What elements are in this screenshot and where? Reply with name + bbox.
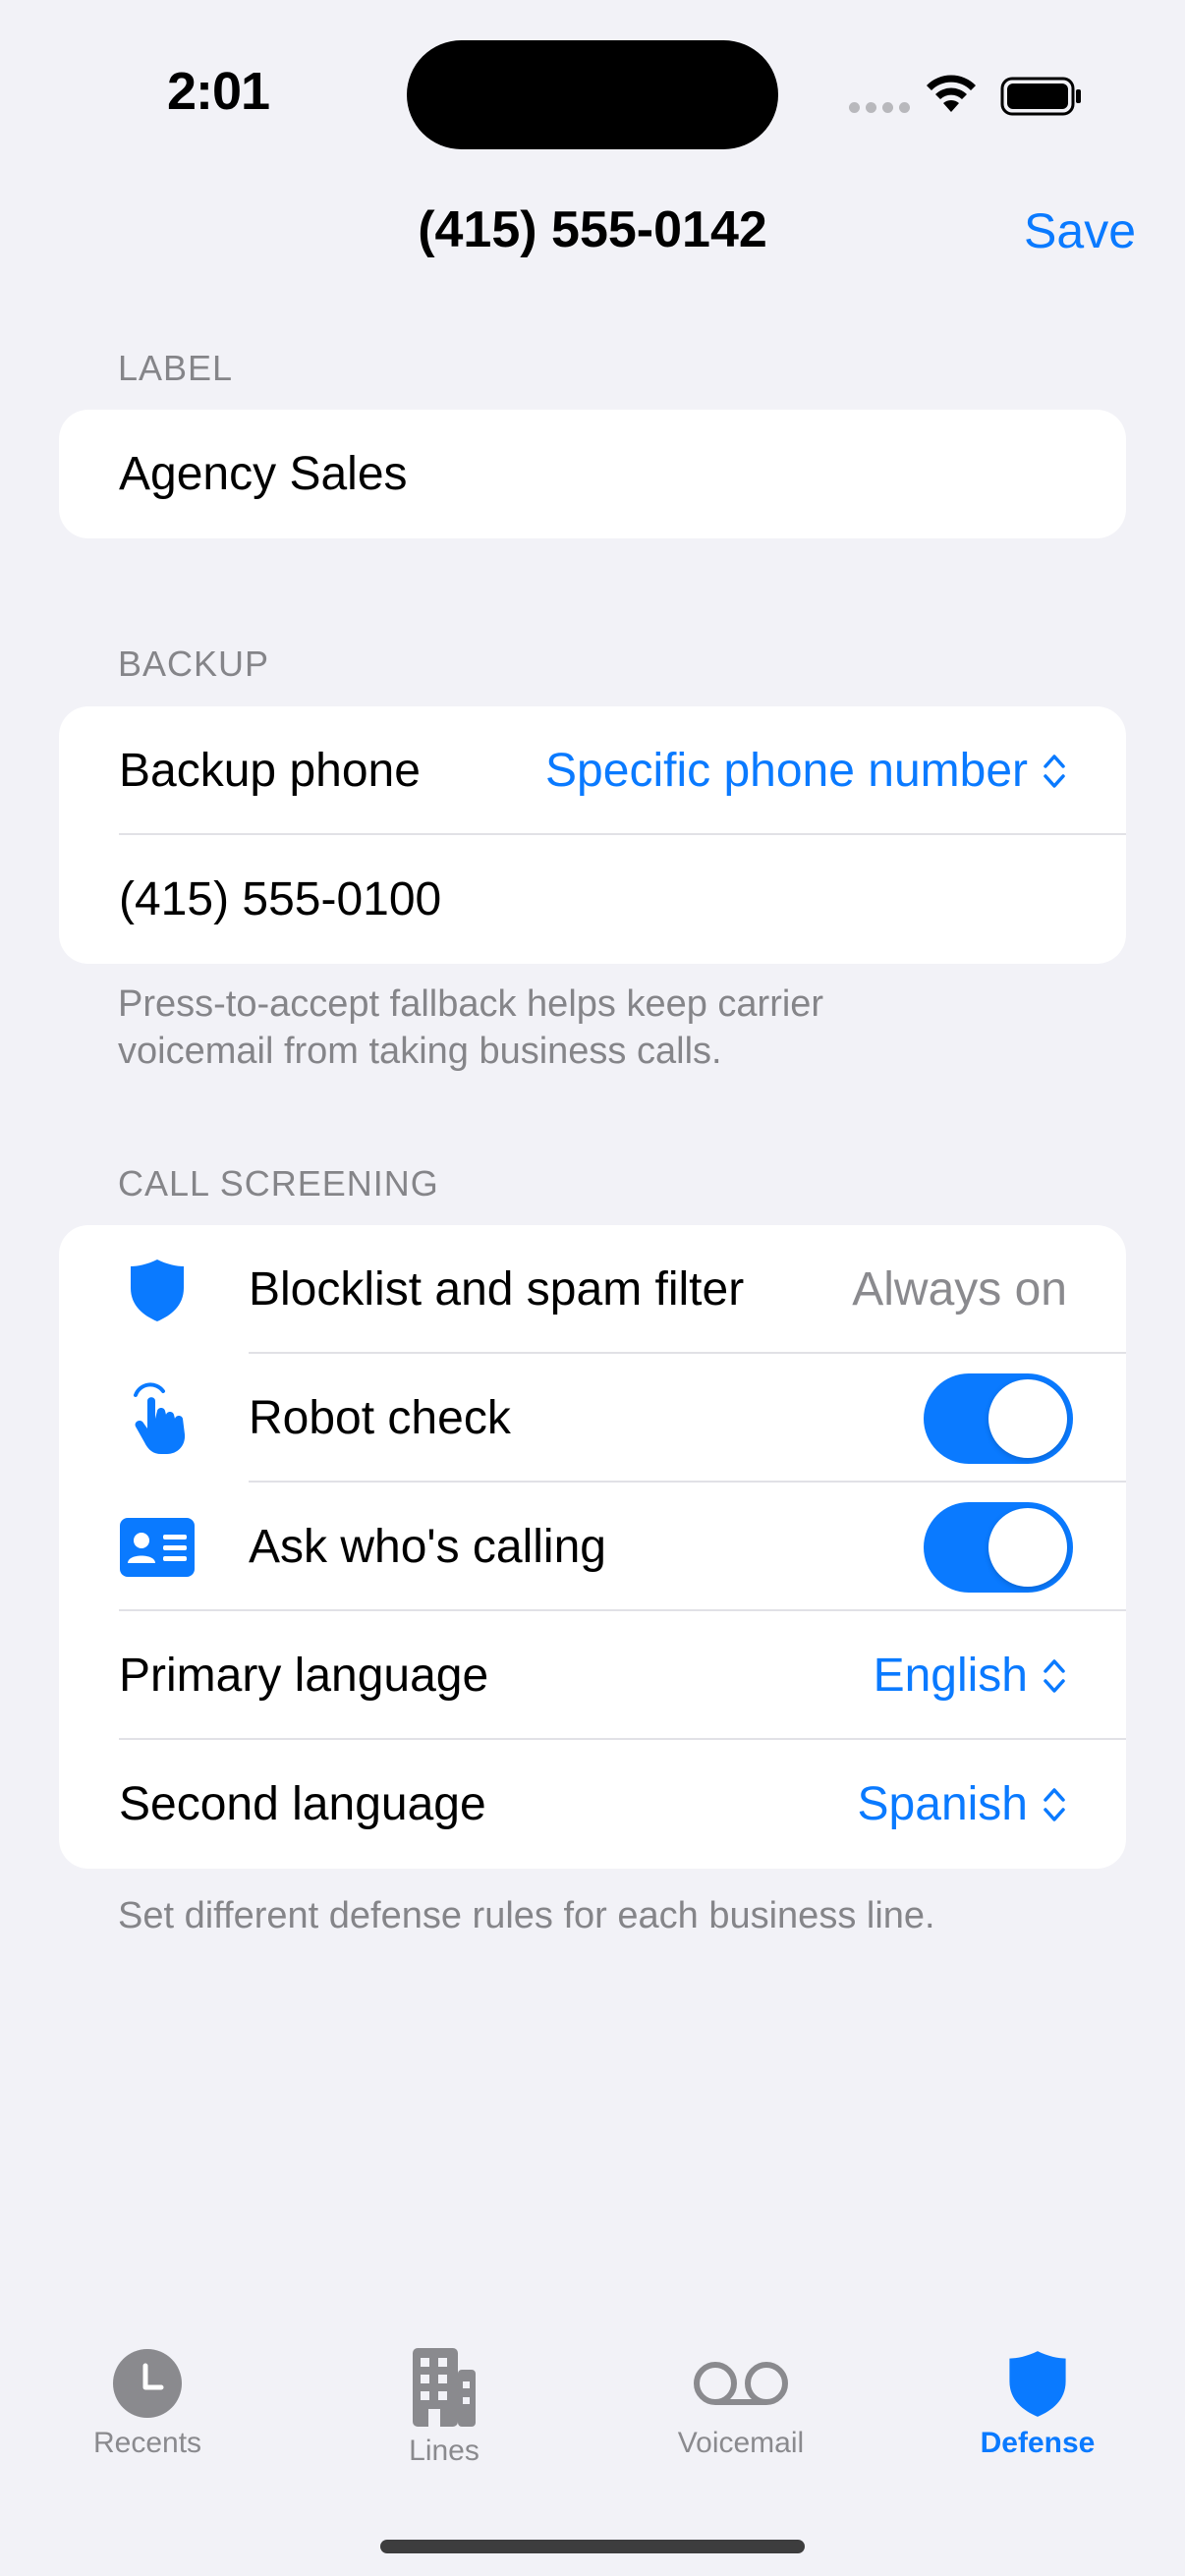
backup-phone-value: Specific phone number bbox=[545, 745, 1028, 797]
tab-lines[interactable]: Lines bbox=[326, 2348, 562, 2468]
shield-icon bbox=[118, 1251, 197, 1329]
backup-phone-row[interactable]: Backup phone Specific phone number bbox=[59, 706, 1126, 835]
second-language-label: Second language bbox=[119, 1778, 486, 1830]
primary-language-value: English bbox=[873, 1650, 1028, 1702]
chevron-up-down-icon bbox=[1044, 1658, 1065, 1693]
dynamic-island bbox=[407, 40, 778, 149]
label-field[interactable]: Agency Sales bbox=[59, 410, 1126, 538]
second-language-row[interactable]: Second language Spanish bbox=[59, 1740, 1126, 1869]
home-indicator bbox=[380, 2540, 805, 2553]
backup-section-header: BACKUP bbox=[118, 644, 270, 684]
second-language-picker[interactable]: Spanish bbox=[858, 1777, 1067, 1831]
wifi-icon bbox=[927, 75, 976, 112]
tab-recents[interactable]: Recents bbox=[29, 2348, 265, 2460]
primary-language-row[interactable]: Primary language English bbox=[59, 1611, 1126, 1740]
robot-check-toggle[interactable] bbox=[924, 1372, 1073, 1464]
label-section-header: LABEL bbox=[118, 348, 234, 388]
tab-label: Lines bbox=[409, 2435, 480, 2467]
clock-icon bbox=[113, 2349, 182, 2418]
navigation-bar: (415) 555-0142 Save bbox=[0, 187, 1185, 285]
voicemail-icon bbox=[694, 2362, 788, 2405]
tab-defense[interactable]: Defense bbox=[920, 2348, 1156, 2460]
second-language-value: Spanish bbox=[857, 1778, 1028, 1830]
tab-label: Defense bbox=[980, 2427, 1096, 2459]
tab-label: Voicemail bbox=[677, 2427, 805, 2459]
cellular-signal-icon bbox=[849, 102, 910, 113]
shield-icon bbox=[1009, 2351, 1066, 2417]
tab-bar: Recents Lines Voicemail Defense bbox=[0, 2319, 1185, 2576]
backup-number-value: (415) 555-0100 bbox=[119, 873, 442, 925]
tab-label: Recents bbox=[92, 2427, 202, 2459]
backup-phone-picker[interactable]: Specific phone number bbox=[545, 744, 1067, 798]
robot-check-row: Robot check bbox=[59, 1354, 1126, 1483]
screening-footer-note: Set different defense rules for each bus… bbox=[118, 1895, 935, 1936]
ask-who-toggle[interactable] bbox=[924, 1501, 1073, 1593]
backup-phone-label: Backup phone bbox=[119, 745, 421, 797]
ask-who-row: Ask who's calling bbox=[59, 1483, 1126, 1611]
blocklist-value: Always on bbox=[852, 1263, 1067, 1316]
status-time: 2:01 bbox=[167, 62, 270, 121]
label-card: Agency Sales bbox=[59, 410, 1126, 538]
label-value: Agency Sales bbox=[119, 448, 408, 500]
backup-footer-note: Press-to-accept fallback helps keep carr… bbox=[118, 983, 824, 1072]
backup-number-field[interactable]: (415) 555-0100 bbox=[59, 835, 1126, 964]
blocklist-row[interactable]: Blocklist and spam filter Always on bbox=[59, 1225, 1126, 1354]
hand-tap-icon bbox=[118, 1379, 197, 1458]
screening-section-header: CALL SCREENING bbox=[118, 1163, 439, 1204]
ask-who-label: Ask who's calling bbox=[249, 1521, 606, 1573]
primary-language-picker[interactable]: English bbox=[874, 1649, 1067, 1703]
battery-icon bbox=[1000, 77, 1081, 116]
robot-check-label: Robot check bbox=[249, 1392, 511, 1444]
tab-voicemail[interactable]: Voicemail bbox=[623, 2348, 859, 2460]
backup-card: Backup phone Specific phone number (415)… bbox=[59, 706, 1126, 964]
screening-card: Blocklist and spam filter Always on Robo… bbox=[59, 1225, 1126, 1869]
page-title: (415) 555-0142 bbox=[418, 201, 767, 258]
building-icon bbox=[413, 2348, 476, 2427]
status-bar: 2:01 bbox=[0, 0, 1185, 187]
save-button[interactable]: Save bbox=[1024, 202, 1136, 259]
chevron-up-down-icon bbox=[1044, 754, 1065, 788]
chevron-up-down-icon bbox=[1044, 1787, 1065, 1821]
contact-card-icon bbox=[118, 1508, 197, 1587]
primary-language-label: Primary language bbox=[119, 1650, 489, 1702]
blocklist-label: Blocklist and spam filter bbox=[249, 1263, 745, 1316]
